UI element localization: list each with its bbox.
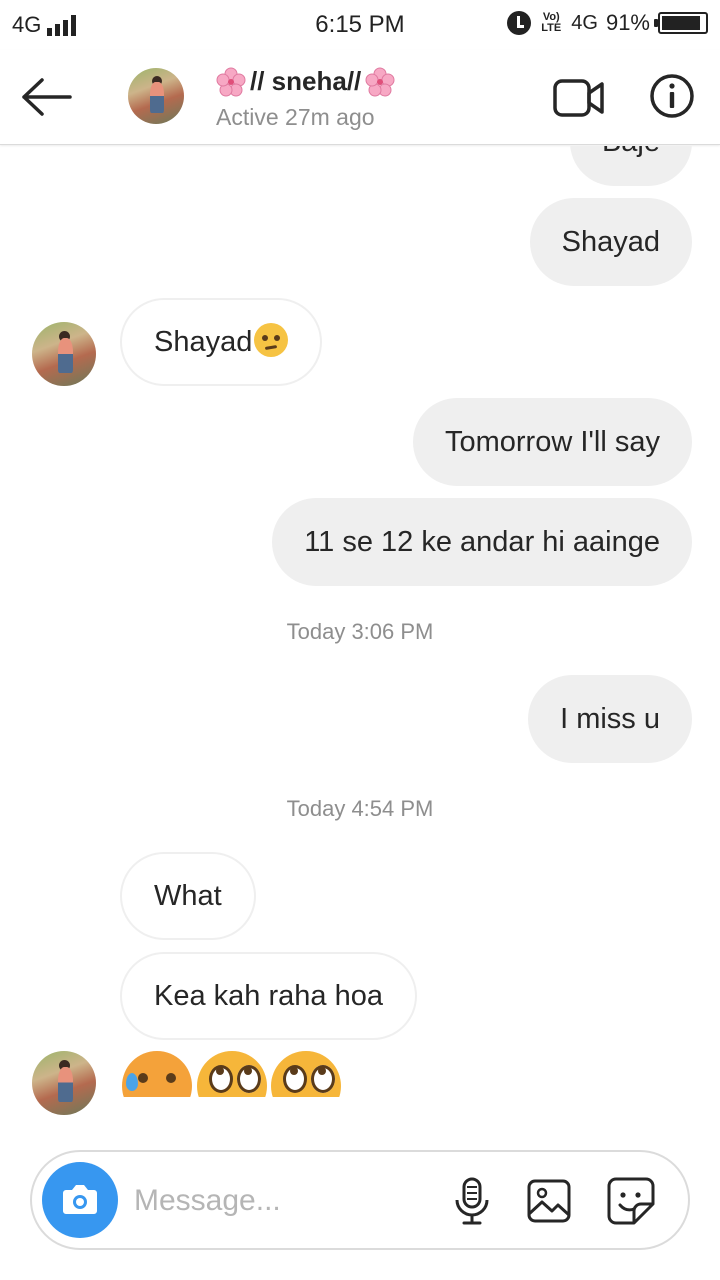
message-text: Kea kah raha hoa <box>154 980 383 1012</box>
active-status: Active 27m ago <box>216 104 375 130</box>
sad-sweat-face-emoji-icon[interactable] <box>122 1051 192 1097</box>
camera-button[interactable] <box>42 1162 118 1238</box>
sticker-icon <box>607 1177 655 1225</box>
message-text: Baje <box>602 146 660 158</box>
network-4g-label: 4G <box>571 11 598 34</box>
volte-label: Vo) LTE <box>541 11 562 34</box>
cherry-blossom-icon <box>365 67 395 96</box>
status-right: Vo) LTE 4G 91% <box>507 10 708 36</box>
info-button[interactable] <box>648 72 696 120</box>
message-bubble-outgoing[interactable]: I miss u <box>528 675 692 763</box>
message-input[interactable] <box>134 1178 434 1224</box>
sticker-button[interactable] <box>606 1176 656 1226</box>
message-text: I miss u <box>560 703 660 735</box>
contact-name-text: // sneha// <box>250 66 362 96</box>
microphone-icon <box>455 1177 489 1225</box>
battery-fill <box>662 16 701 30</box>
message-bubble-incoming[interactable]: Shayad <box>120 298 323 386</box>
gallery-button[interactable] <box>526 1178 572 1224</box>
eye-roll-face-emoji-icon[interactable] <box>197 1051 267 1097</box>
message-thread[interactable]: Baje Shayad Shayad Tomorrow I'll say 11 … <box>0 146 720 1141</box>
message-composer <box>30 1150 690 1250</box>
battery-icon <box>654 12 708 34</box>
timestamp-divider: Today 4:54 PM <box>286 796 434 821</box>
alarm-icon <box>507 11 532 35</box>
camera-icon <box>63 1185 97 1214</box>
message-bubble-outgoing[interactable]: Baje <box>569 146 692 186</box>
cherry-blossom-icon <box>216 67 246 96</box>
info-icon <box>650 74 694 118</box>
sender-avatar[interactable] <box>32 1051 96 1115</box>
timestamp-divider: Today 3:06 PM <box>286 619 434 644</box>
gallery-icon <box>527 1179 571 1223</box>
message-text: 11 se 12 ke andar hi aainge <box>304 526 660 558</box>
contact-avatar[interactable] <box>128 68 184 124</box>
message-text: Tomorrow I'll say <box>444 426 660 458</box>
raised-eyebrow-emoji-icon <box>254 323 289 358</box>
message-text: Shayad <box>154 326 253 358</box>
message-bubble-outgoing[interactable]: Shayad <box>529 198 692 286</box>
message-bubble-outgoing[interactable]: 11 se 12 ke andar hi aainge <box>272 498 692 586</box>
chat-header: // sneha// Active 27m ago <box>0 50 720 145</box>
message-text: What <box>154 880 222 912</box>
contact-name[interactable]: // sneha// <box>216 66 395 97</box>
video-call-icon <box>553 79 604 117</box>
status-bar: 4G 6:15 PM Vo) LTE 4G 91% <box>0 0 720 50</box>
message-bubble-outgoing[interactable]: Tomorrow I'll say <box>412 398 692 486</box>
eye-roll-face-emoji-icon[interactable] <box>271 1051 341 1097</box>
message-text: Shayad <box>561 226 660 258</box>
back-arrow-icon <box>22 78 72 116</box>
back-button[interactable] <box>20 72 74 122</box>
battery-percent: 91% <box>605 10 650 35</box>
message-bubble-incoming[interactable]: What <box>120 852 256 940</box>
message-bubble-incoming[interactable]: Kea kah raha hoa <box>120 952 417 1040</box>
voice-message-button[interactable] <box>452 1176 492 1226</box>
video-call-button[interactable] <box>552 76 606 120</box>
sender-avatar[interactable] <box>32 322 96 386</box>
